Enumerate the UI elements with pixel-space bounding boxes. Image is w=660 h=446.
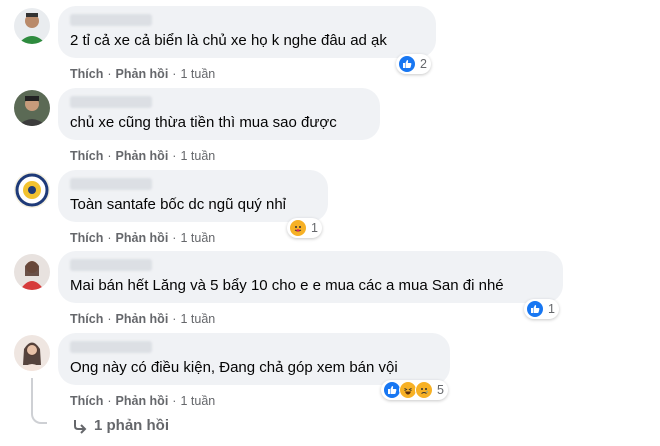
timestamp[interactable]: 1 tuần — [180, 149, 215, 163]
like-icon — [398, 55, 416, 73]
replies-count-label: 1 phản hồi — [94, 417, 169, 434]
sad-icon — [415, 381, 433, 399]
comment-actions: Thích · Phản hồi · 1 tuần — [70, 67, 216, 81]
reaction-count: 5 — [437, 383, 444, 397]
comment-text: chủ xe cũng thừa tiền thì mua sao được — [70, 114, 337, 131]
reaction-summary[interactable]: 1 — [524, 299, 559, 319]
avatar[interactable] — [14, 172, 50, 208]
comment-text: 2 tỉ cả xe cả biển là chủ xe họ k nghe đ… — [70, 32, 387, 49]
reply-arrow-icon — [74, 419, 87, 434]
like-button[interactable]: Thích — [70, 67, 103, 81]
comment-text: Toàn santafe bốc dc ngũ quý nhỉ — [70, 196, 286, 213]
comment-text: Mai bán hết Lăng và 5 bẩy 10 cho e e mua… — [70, 277, 504, 294]
author-name-blurred[interactable] — [70, 178, 152, 190]
reaction-count: 1 — [311, 221, 318, 235]
author-name-blurred[interactable] — [70, 341, 152, 353]
like-icon — [526, 300, 544, 318]
reply-button[interactable]: Phản hồi — [116, 312, 169, 326]
comment-bubble: Ong này có điều kiện, Đang chả góp xem b… — [58, 333, 450, 385]
author-name-blurred[interactable] — [70, 96, 152, 108]
comment-actions: Thích · Phản hồi · 1 tuần — [70, 312, 216, 326]
comment-actions: Thích · Phản hồi · 1 tuần — [70, 149, 216, 163]
view-replies-link[interactable]: 1 phản hồi — [72, 417, 169, 434]
reaction-summary[interactable]: 1 — [287, 218, 322, 238]
author-name-blurred[interactable] — [70, 259, 152, 271]
reaction-count: 1 — [548, 302, 555, 316]
timestamp[interactable]: 1 tuần — [180, 394, 215, 408]
reply-button[interactable]: Phản hồi — [116, 231, 169, 245]
avatar[interactable] — [14, 8, 50, 44]
comment-text: Ong này có điều kiện, Đang chả góp xem b… — [70, 359, 398, 376]
like-button[interactable]: Thích — [70, 394, 103, 408]
reply-button[interactable]: Phản hồi — [116, 394, 169, 408]
avatar[interactable] — [14, 335, 50, 371]
comment-bubble: Toàn santafe bốc dc ngũ quý nhỉ — [58, 170, 328, 222]
comment-actions: Thích · Phản hồi · 1 tuần — [70, 231, 216, 245]
author-name-blurred[interactable] — [70, 14, 152, 26]
avatar[interactable] — [14, 90, 50, 126]
comment-bubble: Mai bán hết Lăng và 5 bẩy 10 cho e e mua… — [58, 251, 563, 303]
reaction-summary[interactable]: 5 — [381, 380, 448, 400]
comment-bubble: chủ xe cũng thừa tiền thì mua sao được — [58, 88, 380, 140]
like-button[interactable]: Thích — [70, 149, 103, 163]
comment-bubble: 2 tỉ cả xe cả biển là chủ xe họ k nghe đ… — [58, 6, 436, 58]
care-icon — [289, 219, 307, 237]
avatar[interactable] — [14, 254, 50, 290]
timestamp[interactable]: 1 tuần — [180, 67, 215, 81]
reply-button[interactable]: Phản hồi — [116, 149, 169, 163]
timestamp[interactable]: 1 tuần — [180, 231, 215, 245]
like-button[interactable]: Thích — [70, 312, 103, 326]
timestamp[interactable]: 1 tuần — [180, 312, 215, 326]
reply-button[interactable]: Phản hồi — [116, 67, 169, 81]
reaction-summary[interactable]: 2 — [396, 54, 431, 74]
like-button[interactable]: Thích — [70, 231, 103, 245]
reaction-count: 2 — [420, 57, 427, 71]
comment-actions: Thích · Phản hồi · 1 tuần — [70, 394, 216, 408]
thread-connector-line — [31, 378, 47, 424]
